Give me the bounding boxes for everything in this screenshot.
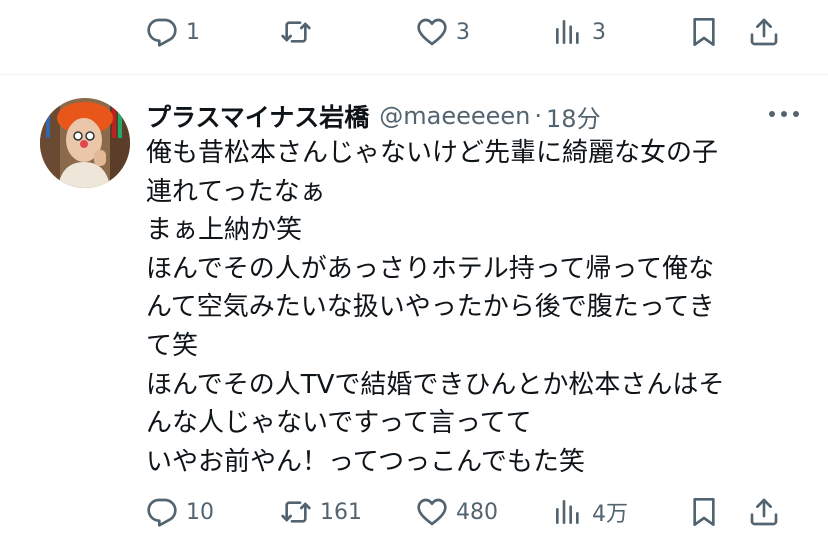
views-icon	[556, 500, 579, 524]
tweet-time[interactable]: 18分	[546, 99, 601, 134]
prev-like-button[interactable]: 3	[416, 2, 470, 62]
prev-reply-count: 1	[186, 19, 200, 45]
tweet-text-line: 連れてったなぁ	[146, 176, 326, 207]
retweet-button[interactable]: 161	[280, 482, 362, 542]
tweet-text-line: まぁ上納か笑	[146, 215, 303, 246]
reply-icon	[147, 18, 177, 47]
tweet-text-line: 俺も昔松本さんじゃないけど先輩に綺麗な女の子	[146, 138, 719, 168]
tweet-text: 俺も昔松本さんじゃないけど先輩に綺麗な女の子 連れてったなぁ まぁ上納か笑 ほん…	[146, 134, 796, 481]
prev-reply-button[interactable]: 1	[146, 2, 200, 62]
reply-button[interactable]: 10	[146, 482, 214, 542]
prev-share-button[interactable]	[748, 2, 780, 62]
share-icon	[750, 498, 778, 526]
tweet-action-bar: 10 161 480 4万	[0, 482, 828, 542]
prev-view-count: 3	[592, 19, 606, 45]
prev-views-button[interactable]: 3	[552, 2, 606, 62]
bookmark-icon	[693, 18, 715, 46]
bookmark-icon	[693, 498, 715, 526]
tweet-text-line: ほんでその人があっさりホテル持って帰って俺な	[146, 253, 715, 284]
like-count: 480	[456, 499, 498, 525]
like-icon	[417, 498, 447, 526]
avatar[interactable]	[40, 98, 130, 188]
user-handle[interactable]: @maeeeeen	[379, 102, 530, 130]
views-icon	[556, 20, 579, 44]
retweet-icon	[281, 501, 311, 523]
retweet-count: 161	[320, 499, 362, 525]
tweet-text-line: ほんでその人TVで結婚できひんとか松本さんはそ	[146, 369, 725, 400]
tweet-divider	[0, 74, 828, 75]
prev-retweet-button[interactable]	[280, 2, 320, 62]
tweet-text-line: んな人じゃないですって言ってて	[146, 408, 532, 439]
like-button[interactable]: 480	[416, 482, 498, 542]
reply-count: 10	[186, 499, 214, 525]
like-icon	[417, 18, 447, 46]
reply-icon	[147, 498, 177, 527]
more-icon	[769, 111, 799, 117]
avatar-image	[40, 98, 130, 188]
prev-bookmark-button[interactable]	[688, 2, 720, 62]
display-name[interactable]: プラスマイナス岩橋	[146, 98, 369, 134]
more-button[interactable]	[764, 100, 804, 128]
share-icon	[750, 18, 778, 46]
tweet-text-line: て笑	[146, 330, 199, 361]
prev-tweet-action-bar: 1 3 3	[0, 2, 828, 62]
header-separator: ·	[534, 102, 543, 130]
views-button[interactable]: 4万	[552, 482, 628, 542]
retweet-icon	[281, 21, 311, 43]
tweet-text-line: いやお前やん！ってつっこんでもた笑	[146, 446, 585, 477]
share-button[interactable]	[748, 482, 780, 542]
prev-like-count: 3	[456, 19, 470, 45]
view-count: 4万	[592, 502, 628, 527]
tweet-header: プラスマイナス岩橋 @maeeeeen · 18分	[146, 96, 798, 136]
bookmark-button[interactable]	[688, 482, 720, 542]
tweet-text-line: んて空気みたいな扱いやったから後で腹たってき	[146, 292, 715, 323]
